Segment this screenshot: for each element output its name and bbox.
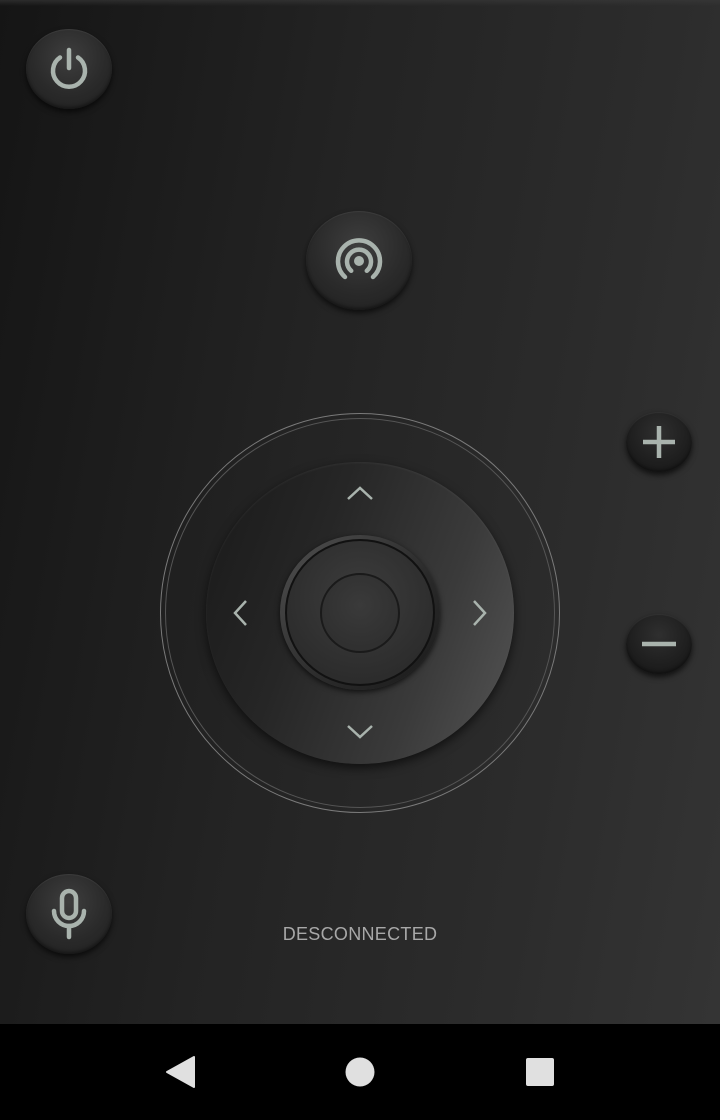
volume-down-button[interactable]: [626, 614, 692, 674]
power-button[interactable]: [26, 29, 112, 109]
dpad-left-button[interactable]: [220, 593, 260, 633]
nav-recents-button[interactable]: [516, 1048, 564, 1096]
minus-icon: [642, 641, 676, 647]
power-icon: [50, 47, 88, 89]
connection-status: DESCONNECTED: [282, 924, 438, 944]
chevron-down-icon: [347, 725, 373, 739]
recents-square-icon: [526, 1058, 554, 1086]
remote-screen: DESCONNECTED: [0, 0, 720, 1024]
dpad-right-button[interactable]: [460, 593, 500, 633]
chevron-left-icon: [233, 600, 247, 626]
broadcast-icon: [335, 237, 383, 279]
plus-icon: [643, 426, 675, 458]
chevron-right-icon: [473, 600, 487, 626]
chevron-up-icon: [347, 486, 373, 500]
nav-back-button[interactable]: [152, 1048, 208, 1096]
home-circle-icon: [345, 1057, 375, 1087]
back-triangle-icon: [166, 1056, 195, 1088]
dpad-up-button[interactable]: [340, 473, 380, 513]
nav-home-button[interactable]: [336, 1048, 384, 1096]
dpad-down-button[interactable]: [340, 712, 380, 752]
ok-button-inner-circle: [320, 573, 400, 653]
cast-button[interactable]: [306, 211, 412, 310]
volume-up-button[interactable]: [626, 412, 692, 472]
